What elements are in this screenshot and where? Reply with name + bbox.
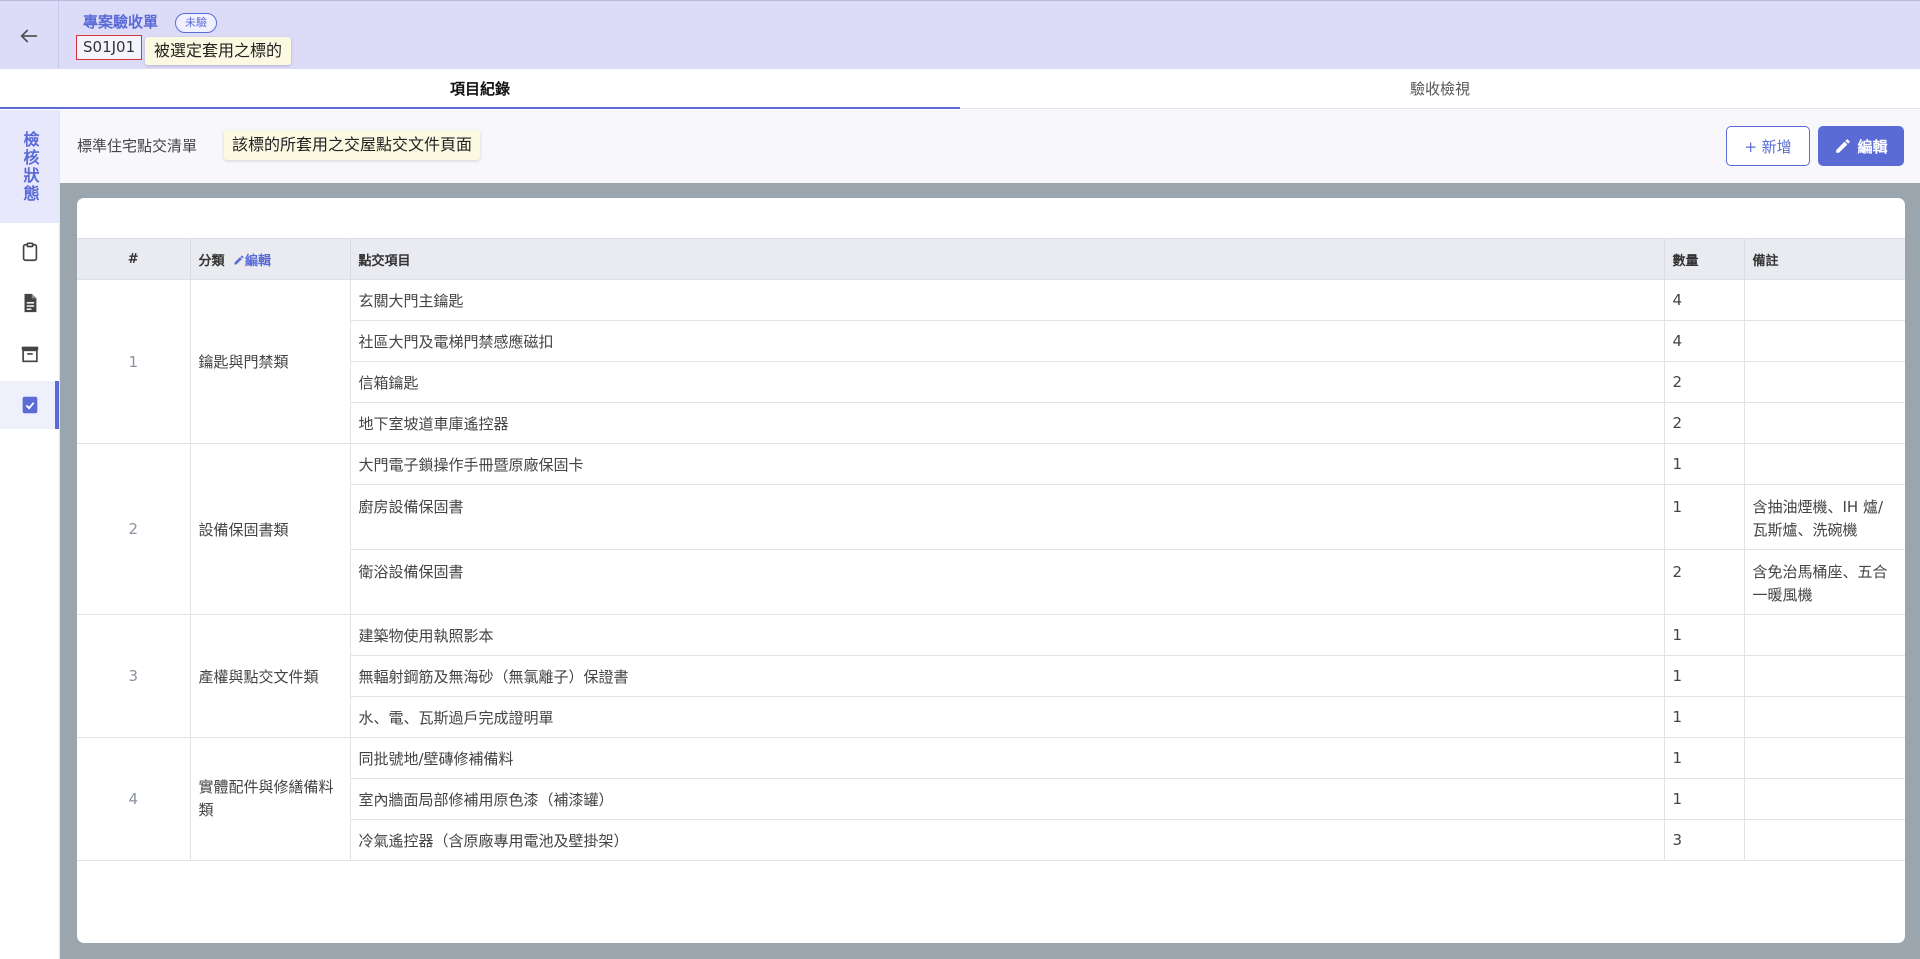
row-note: 含免治馬桶座、五合一暖風機 (1744, 549, 1905, 615)
group-index: 1 (77, 279, 191, 444)
col-header-category-label: 分類 (198, 253, 225, 269)
col-header-category: 分類 編輯 (190, 238, 351, 280)
status-badge: 未驗 (175, 13, 217, 33)
row-note (1744, 279, 1905, 321)
row-note: 含抽油煙機、IH 爐/瓦斯爐、洗碗機 (1744, 484, 1905, 550)
pencil-icon (1836, 139, 1851, 153)
table-row: 無輻射鋼筋及無海砂（無氯離子）保證書 1 (77, 655, 1905, 697)
row-item: 同批號地/壁磚修補備料 (350, 737, 1665, 779)
group-index: 3 (77, 614, 191, 738)
sidebar-item-checklist[interactable] (0, 381, 59, 429)
row-note (1744, 443, 1905, 485)
row-item: 社區大門及電梯門禁感應磁扣 (350, 320, 1665, 362)
table-row: 社區大門及電梯門禁感應磁扣 4 (77, 320, 1905, 362)
row-item: 信箱鑰匙 (350, 361, 1665, 403)
row-qty: 1 (1664, 614, 1745, 656)
row-qty: 1 (1664, 737, 1745, 779)
group-index: 4 (77, 737, 191, 861)
row-qty: 2 (1664, 549, 1745, 615)
row-note (1744, 361, 1905, 403)
row-item: 建築物使用執照影本 (350, 614, 1665, 656)
table-row: 3 產權與點交文件類 建築物使用執照影本 1 (77, 614, 1905, 738)
group-category: 產權與點交文件類 (190, 614, 351, 738)
tab-item-records[interactable]: 項目紀錄 (0, 69, 960, 109)
table-row: 信箱鑰匙 2 (77, 361, 1905, 403)
row-qty: 1 (1664, 443, 1745, 485)
row-qty: 4 (1664, 279, 1745, 321)
row-item: 水、電、瓦斯過戶完成證明單 (350, 696, 1665, 738)
table-row: 4 實體配件與修繕備料類 同批號地/壁磚修補備料 1 (77, 737, 1905, 861)
row-qty: 1 (1664, 696, 1745, 738)
add-button[interactable]: + 新增 (1726, 126, 1810, 166)
checklist-card: # 分類 編輯 點交項目 數量 備註 1 鑰匙與門禁類 玄關大門主鑰匙 4 社區… (77, 198, 1905, 943)
table-row: 衛浴設備保固書 2 含免治馬桶座、五合一暖風機 (77, 549, 1905, 615)
checklist-table: # 分類 編輯 點交項目 數量 備註 1 鑰匙與門禁類 玄關大門主鑰匙 4 社區… (77, 238, 1905, 861)
row-item: 廚房設備保固書 (350, 484, 1665, 550)
sidebar-item-archive[interactable] (0, 330, 59, 378)
edit-button[interactable]: 編輯 (1818, 126, 1904, 166)
row-note (1744, 320, 1905, 362)
row-note (1744, 778, 1905, 820)
row-qty: 1 (1664, 778, 1745, 820)
tab-acceptance-view[interactable]: 驗收檢視 (960, 69, 1920, 108)
target-tooltip: 被選定套用之標的 (145, 37, 292, 65)
clipboard-check-icon (22, 396, 37, 414)
row-note (1744, 737, 1905, 779)
row-item: 地下室坡道車庫遙控器 (350, 402, 1665, 444)
row-qty: 1 (1664, 484, 1745, 550)
table-row: 1 鑰匙與門禁類 玄關大門主鑰匙 4 (77, 279, 1905, 444)
back-button[interactable] (0, 1, 59, 70)
target-code: S01J01 (76, 35, 143, 60)
row-item: 無輻射鋼筋及無海砂（無氯離子）保證書 (350, 655, 1665, 697)
document-icon (24, 293, 36, 313)
table-row: 冷氣遙控器（含原廠專用電池及壁掛架） 3 (77, 819, 1905, 861)
page-tooltip: 該標的所套用之交屋點交文件頁面 (224, 130, 481, 160)
row-qty: 1 (1664, 655, 1745, 697)
table-row: 水、電、瓦斯過戶完成證明單 1 (77, 696, 1905, 738)
table-row: 地下室坡道車庫遙控器 2 (77, 402, 1905, 444)
tab-bar: 項目紀錄 驗收檢視 (0, 69, 1920, 109)
category-edit-label: 編輯 (245, 253, 272, 269)
row-item: 玄關大門主鑰匙 (350, 279, 1665, 321)
content-toolbar: 標準住宅點交清單 該標的所套用之交屋點交文件頁面 + 新增 編輯 (60, 110, 1920, 183)
page-title: 專案驗收單 (83, 13, 159, 31)
row-item: 衛浴設備保固書 (350, 549, 1665, 615)
col-header-qty: 數量 (1664, 238, 1745, 280)
row-note (1744, 696, 1905, 738)
category-edit-link[interactable]: 編輯 (233, 254, 271, 269)
pencil-icon (234, 254, 244, 264)
archive-icon (21, 346, 38, 363)
table-row: 室內牆面局部修補用原色漆（補漆罐） 1 (77, 778, 1905, 820)
col-header-index: # (77, 238, 191, 280)
col-header-note: 備註 (1744, 238, 1905, 280)
group-category: 實體配件與修繕備料類 (190, 737, 351, 861)
clipboard-icon (22, 242, 37, 262)
row-note (1744, 819, 1905, 861)
group-category: 設備保固書類 (190, 443, 351, 615)
table-row: 2 設備保固書類 大門電子鎖操作手冊暨原廠保固卡 1 (77, 443, 1905, 615)
review-status-label: 檢核狀態 (0, 110, 59, 223)
row-qty: 2 (1664, 361, 1745, 403)
row-note (1744, 402, 1905, 444)
app-header: 專案驗收單 未驗 S01J01 被選定套用之標的 (0, 0, 1920, 70)
sidebar-item-document[interactable] (0, 279, 59, 327)
arrow-left-icon (20, 29, 38, 42)
table-header-row: # 分類 編輯 點交項目 數量 備註 (77, 238, 1905, 280)
row-qty: 3 (1664, 819, 1745, 861)
row-item: 冷氣遙控器（含原廠專用電池及壁掛架） (350, 819, 1665, 861)
group-category: 鑰匙與門禁類 (190, 279, 351, 444)
edit-button-label: 編輯 (1857, 137, 1888, 156)
left-sidebar: 檢核狀態 (0, 110, 60, 959)
row-qty: 4 (1664, 320, 1745, 362)
group-index: 2 (77, 443, 191, 615)
row-item: 室內牆面局部修補用原色漆（補漆罐） (350, 778, 1665, 820)
row-note (1744, 655, 1905, 697)
row-qty: 2 (1664, 402, 1745, 444)
checklist-title: 標準住宅點交清單 (77, 137, 198, 155)
row-item: 大門電子鎖操作手冊暨原廠保固卡 (350, 443, 1665, 485)
col-header-item: 點交項目 (350, 238, 1665, 280)
row-note (1744, 614, 1905, 656)
sidebar-item-clipboard[interactable] (0, 228, 59, 276)
table-row: 廚房設備保固書 1 含抽油煙機、IH 爐/瓦斯爐、洗碗機 (77, 484, 1905, 550)
